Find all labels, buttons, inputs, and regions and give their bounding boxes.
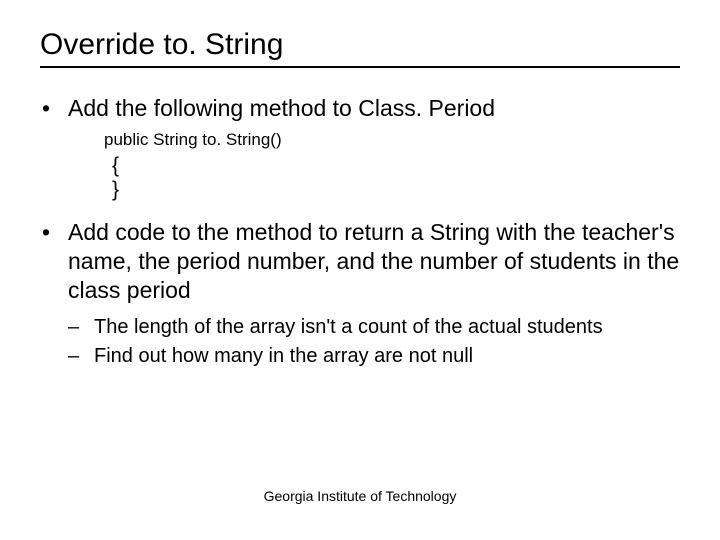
- bullet-text: Add code to the method to return a Strin…: [68, 219, 679, 303]
- bullet-text: Add the following method to Class. Perio…: [68, 95, 495, 121]
- sub-bullet-list: The length of the array isn't a count of…: [68, 315, 680, 369]
- bullet-item: Add the following method to Class. Perio…: [40, 94, 680, 202]
- code-brace-close: }: [104, 178, 680, 202]
- bullet-list: Add the following method to Class. Perio…: [40, 94, 680, 369]
- code-signature: public String to. String(): [104, 129, 680, 150]
- code-block: public String to. String() { }: [68, 129, 680, 203]
- slide-title: Override to. String: [40, 28, 680, 68]
- bullet-item: Add code to the method to return a Strin…: [40, 218, 680, 368]
- sub-bullet-item: The length of the array isn't a count of…: [68, 315, 680, 340]
- footer-text: Georgia Institute of Technology: [0, 488, 720, 504]
- code-brace-open: {: [104, 154, 680, 178]
- sub-bullet-item: Find out how many in the array are not n…: [68, 344, 680, 369]
- slide: Override to. String Add the following me…: [0, 0, 720, 540]
